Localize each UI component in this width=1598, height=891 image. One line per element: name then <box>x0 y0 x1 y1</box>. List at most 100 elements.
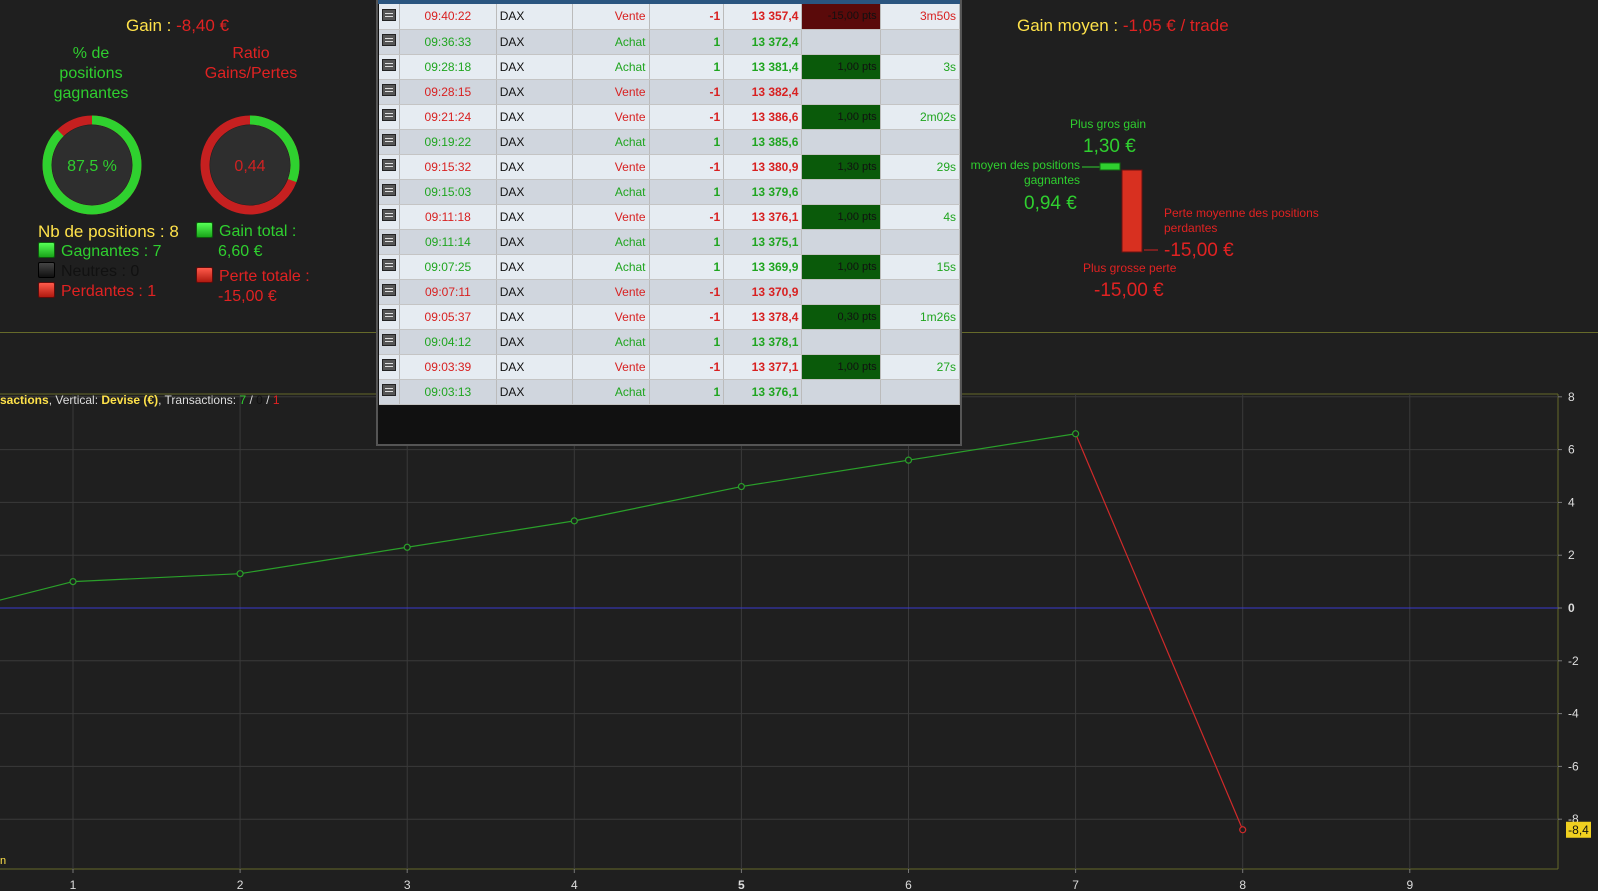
trade-qty: -1 <box>649 154 725 180</box>
trade-instrument: DAX <box>496 154 574 180</box>
document-icon[interactable] <box>382 309 396 321</box>
document-icon[interactable] <box>382 59 396 71</box>
trade-row[interactable]: 09:21:24 DAX Vente -1 13 386,6 1,00 pts 2m02s <box>379 104 961 130</box>
caption-sep1: / <box>246 393 257 407</box>
trade-row[interactable]: 09:11:14 DAX Achat 1 13 375,1 <box>379 229 961 255</box>
trade-qty: 1 <box>649 179 725 205</box>
trade-price: 13 370,9 <box>723 279 803 305</box>
trade-points: -15,00 pts <box>801 4 881 30</box>
data-point[interactable] <box>69 578 77 586</box>
trade-side: Vente <box>572 104 650 130</box>
curve-segment <box>0 581 74 601</box>
data-point[interactable] <box>737 482 746 491</box>
trade-row[interactable]: 09:15:32 DAX Vente -1 13 380,9 1,30 pts 29s <box>379 154 961 180</box>
document-icon[interactable] <box>382 84 396 96</box>
avg-loss-value: -15,00 € <box>1164 240 1234 261</box>
document-icon[interactable] <box>382 209 396 221</box>
trade-row[interactable]: 09:40:22 DAX Vente -1 13 357,4 -15,00 pts 3m50… <box>379 4 961 30</box>
biggest-loss-value: -15,00 € <box>1094 280 1164 301</box>
trade-qty: -1 <box>649 279 725 305</box>
document-icon[interactable] <box>382 159 396 171</box>
document-icon[interactable] <box>382 359 396 371</box>
document-icon[interactable] <box>382 34 396 46</box>
trade-price: 13 378,1 <box>723 329 803 355</box>
data-point[interactable] <box>1239 826 1247 834</box>
avg-loss-label-2: perdantes <box>1164 221 1218 235</box>
equity-chart: 123456789 86420-2-4-6-8 -8,4 <box>0 390 1591 891</box>
biggest-gain-value: 1,30 € <box>1083 136 1136 157</box>
losers-label: Perdantes : 1 <box>61 283 157 300</box>
trade-row[interactable]: 09:11:18 DAX Vente -1 13 376,1 1,00 pts 4s <box>379 204 961 230</box>
trade-row[interactable]: 09:07:11 DAX Vente -1 13 370,9 <box>379 279 961 305</box>
trade-side: Achat <box>572 54 650 80</box>
trade-time: 09:03:13 <box>399 379 497 405</box>
ratio-donut: 0,44 <box>200 115 300 215</box>
curve-segment <box>407 520 575 548</box>
trade-instrument: DAX <box>496 79 574 105</box>
nb-positions: Nb de positions : 8 <box>38 222 179 241</box>
win-pct-donut: 87,5 % <box>42 115 142 215</box>
document-icon[interactable] <box>382 334 396 346</box>
document-icon[interactable] <box>382 259 396 271</box>
trade-row[interactable]: 09:04:12 DAX Achat 1 13 378,1 <box>379 329 961 355</box>
trade-doc-icon <box>379 79 400 105</box>
trade-time: 09:36:33 <box>399 29 497 55</box>
total-loss-swatch <box>196 267 213 283</box>
document-icon[interactable] <box>382 284 396 296</box>
data-point[interactable] <box>904 456 913 464</box>
trade-price: 13 376,1 <box>723 204 803 230</box>
trade-duration <box>880 79 961 105</box>
trade-qty: -1 <box>649 204 725 230</box>
x-tick-label: 5 <box>738 878 745 891</box>
y-tick-label: 8 <box>1568 390 1575 404</box>
trade-side: Achat <box>572 129 650 155</box>
trade-duration: 15s <box>880 254 961 280</box>
document-icon[interactable] <box>382 109 396 121</box>
curve-segment <box>240 546 408 575</box>
document-icon[interactable] <box>382 184 396 196</box>
trade-time: 09:05:37 <box>399 304 497 330</box>
trade-duration <box>880 229 961 255</box>
trade-price: 13 385,6 <box>723 129 803 155</box>
trade-points <box>801 29 881 55</box>
trade-row[interactable]: 09:28:18 DAX Achat 1 13 381,4 1,00 pts 3s <box>379 54 961 80</box>
document-icon[interactable] <box>382 234 396 246</box>
document-icon[interactable] <box>382 134 396 146</box>
trade-doc-icon <box>379 29 400 55</box>
avg-gain-summary: Gain moyen : -1,05 € / trade <box>1017 16 1229 36</box>
trade-row[interactable]: 09:15:03 DAX Achat 1 13 379,6 <box>379 179 961 205</box>
avg-win-label-1: moyen des positions <box>970 158 1080 172</box>
trade-points: 1,00 pts <box>801 104 881 130</box>
y-tick-label: 0 <box>1568 601 1575 615</box>
trade-side: Achat <box>572 229 650 255</box>
avg-win-label: moyen des positions gagnantes <box>962 158 1080 188</box>
trade-doc-icon <box>379 354 400 380</box>
trade-row[interactable]: 09:36:33 DAX Achat 1 13 372,4 <box>379 29 961 55</box>
trade-row[interactable]: 09:05:37 DAX Vente -1 13 378,4 0,30 pts 1m26s <box>379 304 961 330</box>
data-point[interactable] <box>1071 430 1080 438</box>
y-axis: 86420-2-4-6-8 <box>1558 390 1579 826</box>
document-icon[interactable] <box>382 8 396 21</box>
trade-row[interactable]: 09:28:15 DAX Vente -1 13 382,4 <box>379 79 961 105</box>
trade-instrument: DAX <box>496 129 574 155</box>
trade-doc-icon <box>379 254 400 280</box>
trade-side: Vente <box>572 279 650 305</box>
trade-doc-icon <box>379 229 400 255</box>
trade-points <box>801 229 881 255</box>
y-tick-label: -4 <box>1568 707 1579 721</box>
trade-instrument: DAX <box>496 29 574 55</box>
trade-row[interactable]: 09:07:25 DAX Achat 1 13 369,9 1,00 pts 15s <box>379 254 961 280</box>
trade-row[interactable]: 09:03:39 DAX Vente -1 13 377,1 1,00 pts 27s <box>379 354 961 380</box>
data-point[interactable] <box>236 570 244 578</box>
data-point[interactable] <box>570 517 578 525</box>
winners-label: Gagnantes : 7 <box>61 243 162 260</box>
data-point[interactable] <box>403 543 411 551</box>
x-tick-label: 4 <box>571 878 578 891</box>
trade-price: 13 378,4 <box>723 304 803 330</box>
document-icon[interactable] <box>382 384 396 396</box>
trade-points: 0,30 pts <box>801 304 881 330</box>
trade-row[interactable]: 09:19:22 DAX Achat 1 13 385,6 <box>379 129 961 155</box>
avg-win-label-2: gagnantes <box>1023 173 1080 187</box>
trade-row[interactable]: 09:03:13 DAX Achat 1 13 376,1 <box>379 379 961 405</box>
avg-loss-label-1: Perte moyenne des positions <box>1164 206 1319 220</box>
